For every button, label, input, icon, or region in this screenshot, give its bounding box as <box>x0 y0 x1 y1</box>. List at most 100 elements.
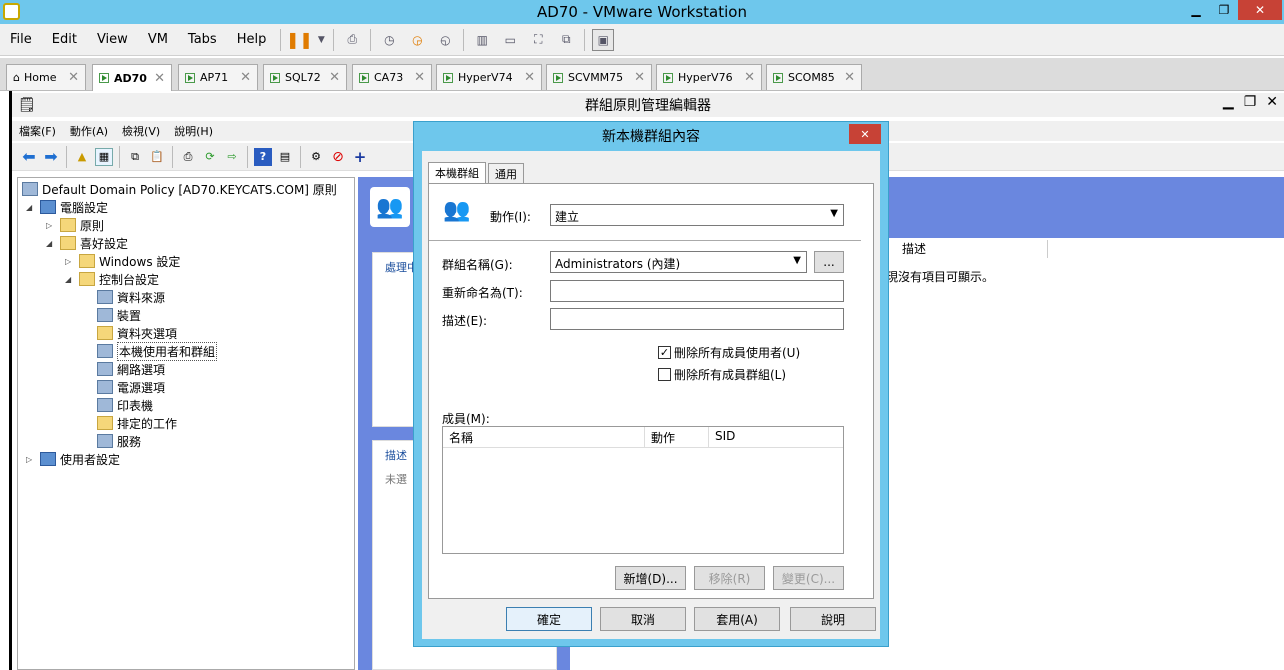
close-icon[interactable]: ✕ <box>414 70 425 85</box>
cancel-button[interactable]: 取消 <box>600 607 686 631</box>
column-sid[interactable]: SID <box>709 427 845 447</box>
menu-edit[interactable]: Edit <box>42 32 87 47</box>
remove-member-button[interactable]: 移除(R) <box>694 566 765 590</box>
fullscreen-icon[interactable]: ⛶ <box>527 29 549 51</box>
restore-button[interactable]: ❐ <box>1244 94 1257 110</box>
tab-local-group[interactable]: 本機群組 <box>428 162 486 183</box>
column-action[interactable]: 動作 <box>645 427 709 447</box>
tree-item-data-sources[interactable]: 資料來源 <box>97 288 165 306</box>
collapsed-icon[interactable]: ▷ <box>65 257 75 266</box>
close-icon[interactable]: ✕ <box>68 70 79 85</box>
tab-hyperv76[interactable]: HyperV76 ✕ <box>656 64 762 90</box>
action-select[interactable]: 建立 ▼ <box>550 204 844 226</box>
close-icon[interactable]: ✕ <box>329 70 340 85</box>
send-keys-icon[interactable]: ⎙ <box>341 29 363 51</box>
tab-ap71[interactable]: AP71 ✕ <box>178 64 258 90</box>
snapshot-icon[interactable]: ◷ <box>378 29 400 51</box>
collapsed-icon[interactable]: ▷ <box>46 221 56 230</box>
menu-tabs[interactable]: Tabs <box>178 32 227 47</box>
close-icon[interactable]: ✕ <box>634 70 645 85</box>
close-icon[interactable]: ✕ <box>524 70 535 85</box>
change-member-button[interactable]: 變更(C)... <box>773 566 844 590</box>
rename-input[interactable] <box>550 280 844 302</box>
add-member-button[interactable]: 新增(D)... <box>615 566 686 590</box>
revert-snapshot-icon[interactable]: ◶ <box>406 29 428 51</box>
close-icon[interactable]: ✕ <box>844 70 855 85</box>
tab-scom85[interactable]: SCOM85 ✕ <box>766 64 862 90</box>
group-name-select[interactable]: Administrators (內建) ▼ <box>550 251 807 273</box>
refresh-icon[interactable]: ⟳ <box>201 148 219 166</box>
tree-item-folder-options[interactable]: 資料夾選項 <box>97 324 177 342</box>
tab-sql72[interactable]: SQL72 ✕ <box>263 64 347 90</box>
minimize-button[interactable]: ▁ <box>1223 94 1234 110</box>
print-icon[interactable]: ⎙ <box>179 148 197 166</box>
show-hide-tree-icon[interactable]: ▦ <box>95 147 113 166</box>
tree-item-local-users-groups[interactable]: 本機使用者和群組 <box>97 341 218 361</box>
close-button[interactable]: ✕ <box>1238 0 1282 20</box>
sidebar-icon[interactable]: ▥ <box>471 29 493 51</box>
restore-button[interactable]: ❐ <box>1210 0 1238 20</box>
tree-item-power-options[interactable]: 電源選項 <box>97 378 165 396</box>
tree-root[interactable]: Default Domain Policy [AD70.KEYCATS.COM]… <box>22 180 337 198</box>
browse-button[interactable]: ... <box>814 251 844 273</box>
pause-icon[interactable]: ❚❚ <box>286 29 313 51</box>
menu-file[interactable]: File <box>0 32 42 47</box>
properties-icon[interactable]: ▤ <box>276 148 294 166</box>
tree-policies[interactable]: ▷ 原則 <box>46 216 104 234</box>
menu-view[interactable]: 檢視(V) <box>115 123 167 139</box>
paste-icon[interactable]: 📋 <box>148 148 166 166</box>
members-list[interactable]: 名稱 動作 SID <box>442 426 844 554</box>
collapsed-icon[interactable]: ▷ <box>26 455 36 464</box>
tree-windows-settings[interactable]: ▷ Windows 設定 <box>65 252 180 270</box>
expanded-icon[interactable]: ◢ <box>46 239 56 248</box>
column-name[interactable]: 名稱 <box>443 427 645 447</box>
tab-hyperv74[interactable]: HyperV74 ✕ <box>436 64 542 90</box>
help-icon[interactable]: ? <box>254 147 272 166</box>
tab-common[interactable]: 通用 <box>488 163 524 183</box>
tree-item-network-options[interactable]: 網路選項 <box>97 360 165 378</box>
menu-vm[interactable]: VM <box>138 32 178 47</box>
apply-button[interactable]: 套用(A) <box>694 607 780 631</box>
menu-view[interactable]: View <box>87 32 138 47</box>
thumbnail-icon[interactable]: ▭ <box>499 29 521 51</box>
settings-icon[interactable]: ⚙ <box>307 148 325 166</box>
expanded-icon[interactable]: ◢ <box>26 203 36 212</box>
tree-item-printers[interactable]: 印表機 <box>97 396 153 414</box>
chevron-down-icon[interactable]: ▼ <box>316 29 326 51</box>
add-icon[interactable]: + <box>351 148 369 166</box>
tree-computer-config[interactable]: ◢ 電腦設定 <box>26 198 108 216</box>
menu-file[interactable]: 檔案(F) <box>12 123 63 139</box>
tree-item-devices[interactable]: 裝置 <box>97 306 141 324</box>
delete-member-groups-checkbox[interactable]: 刪除所有成員群組(L) <box>658 366 786 383</box>
console-view-icon[interactable]: ▣ <box>592 28 615 51</box>
close-icon[interactable]: ✕ <box>240 70 251 85</box>
menu-action[interactable]: 動作(A) <box>63 123 115 139</box>
help-button[interactable]: 說明 <box>790 607 876 631</box>
tab-description[interactable]: 描述 <box>385 447 407 463</box>
checkmark-icon[interactable]: ✓ <box>658 346 671 359</box>
back-arrow-icon[interactable]: ⬅ <box>20 147 38 166</box>
menu-help[interactable]: Help <box>227 32 277 47</box>
snapshot-manager-icon[interactable]: ◵ <box>434 29 456 51</box>
tree-control-panel[interactable]: ◢ 控制台設定 <box>65 270 159 288</box>
delete-member-users-checkbox[interactable]: ✓ 刪除所有成員使用者(U) <box>658 344 800 361</box>
menu-help[interactable]: 說明(H) <box>167 123 220 139</box>
block-icon[interactable]: ⊘ <box>329 148 347 166</box>
tree-item-services[interactable]: 服務 <box>97 432 141 450</box>
minimize-button[interactable]: ▁ <box>1182 0 1210 20</box>
ok-button[interactable]: 確定 <box>506 607 592 631</box>
export-icon[interactable]: ⇨ <box>223 148 241 166</box>
copy-icon[interactable]: ⧉ <box>126 148 144 166</box>
column-description[interactable]: 描述 <box>898 240 1048 258</box>
description-input[interactable] <box>550 308 844 330</box>
tree-user-config[interactable]: ▷ 使用者設定 <box>26 450 120 468</box>
tab-ca73[interactable]: CA73 ✕ <box>352 64 432 90</box>
tab-scvmm75[interactable]: SCVMM75 ✕ <box>546 64 652 90</box>
dialog-close-button[interactable]: ✕ <box>849 124 881 144</box>
close-icon[interactable]: ✕ <box>154 71 165 86</box>
tab-ad70[interactable]: AD70 ✕ <box>92 64 172 91</box>
close-button[interactable]: ✕ <box>1266 94 1278 110</box>
unity-icon[interactable]: ⧉ <box>555 29 577 51</box>
forward-arrow-icon[interactable]: ➡ <box>42 147 60 166</box>
tab-home[interactable]: ⌂ Home ✕ <box>6 64 86 90</box>
